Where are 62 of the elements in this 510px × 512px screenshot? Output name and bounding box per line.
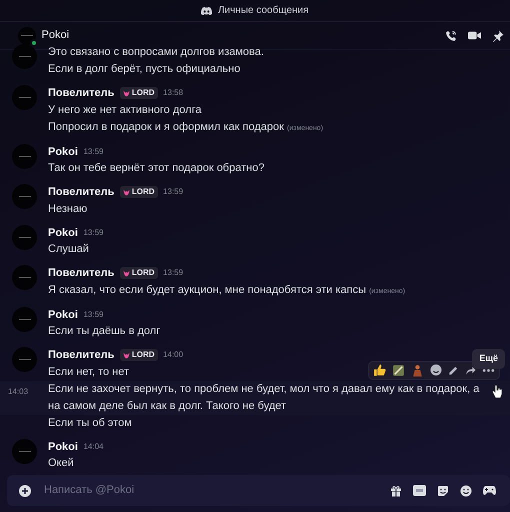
- timestamp: 13:58: [163, 87, 184, 100]
- author-name[interactable]: Pokoi: [48, 306, 78, 323]
- emoji-icon[interactable]: [460, 484, 472, 496]
- timestamp: 13:59: [163, 186, 184, 198]
- role-tag: LORD: [120, 349, 158, 362]
- role-tag: LORD: [120, 87, 158, 100]
- message-text: Слушай: [48, 243, 89, 255]
- emoji-icon[interactable]: [430, 364, 442, 376]
- author-name[interactable]: Повелитель: [48, 85, 114, 102]
- timestamp: 13:59: [83, 226, 104, 239]
- message-text: У него же нет активного долга: [48, 104, 202, 116]
- author-name[interactable]: Повелитель: [48, 347, 114, 364]
- timestamp: 13:59: [83, 146, 104, 158]
- message-text: Если в долг берёт, пусть официально: [48, 63, 240, 75]
- discord-icon: [201, 6, 212, 14]
- role-tag: LORD: [120, 186, 158, 198]
- message-text: Если ты об этом: [48, 416, 132, 428]
- channel-name: Pokoi: [42, 28, 70, 44]
- avatar[interactable]: [18, 26, 36, 44]
- gift-icon[interactable]: [390, 484, 402, 496]
- thumbs-up-icon[interactable]: [373, 364, 386, 376]
- role-icon: [122, 90, 130, 97]
- video-camera-icon[interactable]: [468, 30, 481, 41]
- phone-icon[interactable]: [445, 30, 457, 42]
- pencil-icon[interactable]: [448, 364, 459, 376]
- sticker-icon[interactable]: [437, 484, 449, 496]
- role-icon: [122, 352, 130, 359]
- forward-icon[interactable]: [465, 364, 476, 376]
- plus-icon[interactable]: [19, 484, 31, 496]
- message-text: Окей: [48, 457, 74, 469]
- timestamp: 14:00: [163, 349, 184, 362]
- message-input[interactable]: Написать @Pokoi: [42, 481, 379, 500]
- avatar[interactable]: [12, 44, 37, 69]
- timestamp: 13:59: [83, 308, 104, 321]
- role-icon: [122, 270, 130, 277]
- tooltip: Ещё: [472, 349, 505, 368]
- author-name[interactable]: Повелитель: [48, 184, 114, 200]
- timestamp: 14:03: [8, 386, 28, 398]
- role-tag: LORD: [120, 267, 158, 280]
- pin-icon[interactable]: [492, 30, 504, 42]
- gif-icon[interactable]: [413, 485, 426, 496]
- message-text: Я сказал, что если будет аукцион, мне понадобятся эти капсы: [48, 284, 366, 296]
- figure-icon[interactable]: [411, 364, 424, 376]
- role-icon: [122, 188, 130, 196]
- message-text: Это связано с вопросами долгов изамова.: [48, 46, 264, 58]
- message-text: Попросил в подарок и я оформил как подарок: [48, 120, 284, 132]
- message-text: Если не захочет вернуть, то проблем не будет, мол что я давал ему как в подарок, а на самом деле был как в долг. Такого не будет: [48, 382, 480, 412]
- composer-bar[interactable]: Написать @Pokoi: [7, 475, 510, 506]
- message-text: Если нет, то нет: [48, 366, 130, 378]
- hand-cursor-icon: [492, 384, 502, 398]
- gamepad-icon[interactable]: [483, 485, 496, 496]
- author-name[interactable]: Повелитель: [48, 265, 114, 282]
- message-text: Так он тебе вернёт этот подарок обратно?: [48, 162, 264, 174]
- author-name[interactable]: Pokoi: [48, 224, 78, 241]
- message-text: Если ты даёшь в долг: [48, 325, 160, 337]
- author-name[interactable]: Pokoi: [48, 144, 78, 160]
- message-text: Незнаю: [48, 202, 88, 214]
- timestamp: 14:04: [83, 440, 104, 453]
- sticker-icon[interactable]: [392, 364, 405, 376]
- author-name[interactable]: Pokoi: [48, 438, 78, 455]
- window-title: Личные сообщения: [218, 4, 309, 18]
- timestamp: 13:59: [163, 267, 184, 280]
